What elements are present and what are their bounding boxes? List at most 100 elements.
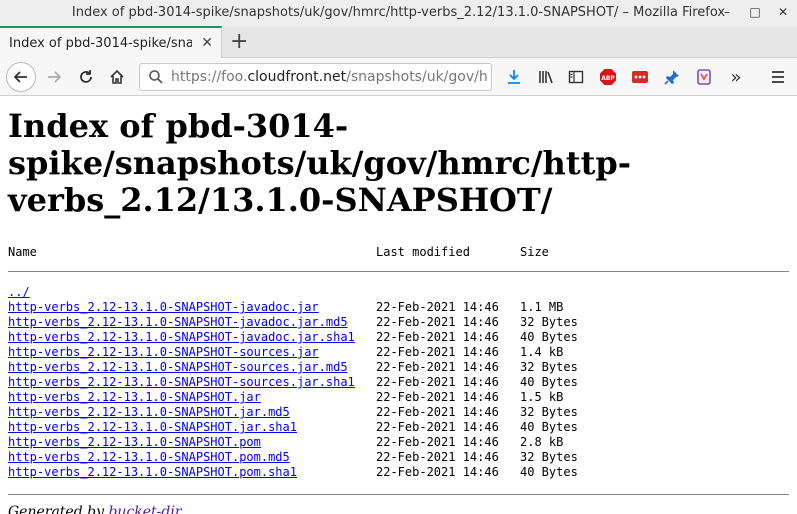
file-size: 40 Bytes	[520, 375, 578, 389]
tab-close-icon[interactable]: ✕	[201, 35, 213, 51]
file-link[interactable]: http-verbs_2.12-13.1.0-SNAPSHOT.jar.sha1	[8, 420, 297, 434]
tab-label: Index of pbd-3014-spike/snapsh	[9, 35, 192, 51]
extension-button[interactable]	[690, 63, 718, 91]
file-modified: 22-Feb-2021 14:46	[376, 330, 499, 344]
file-modified: 22-Feb-2021 14:46	[376, 300, 499, 314]
reload-button[interactable]	[72, 63, 100, 91]
table-row: http-verbs_2.12-13.1.0-SNAPSHOT.jar.sha1…	[8, 420, 789, 435]
file-link[interactable]: http-verbs_2.12-13.1.0-SNAPSHOT-sources.…	[8, 375, 355, 389]
back-arrow-icon	[13, 71, 27, 83]
table-row: http-verbs_2.12-13.1.0-SNAPSHOT.jar.md5 2…	[8, 405, 789, 420]
sidebar-button[interactable]	[562, 63, 590, 91]
footer: Generated by bucket-dir.	[8, 504, 789, 514]
page-content: Index of pbd-3014-spike/snapshots/uk/gov…	[8, 100, 789, 514]
parent-dir-row: ../	[8, 285, 789, 300]
divider	[8, 271, 789, 272]
file-modified: 22-Feb-2021 14:46	[376, 450, 499, 464]
file-link[interactable]: http-verbs_2.12-13.1.0-SNAPSHOT-javadoc.…	[8, 330, 355, 344]
file-size: 32 Bytes	[520, 450, 578, 464]
file-modified: 22-Feb-2021 14:46	[376, 360, 499, 374]
file-size: 40 Bytes	[520, 465, 578, 479]
divider	[8, 494, 789, 495]
lastpass-icon	[632, 71, 648, 83]
home-icon	[110, 69, 124, 84]
file-modified: 22-Feb-2021 14:46	[376, 435, 499, 449]
tab-strip: Index of pbd-3014-spike/snapsh ✕ +	[0, 26, 797, 58]
table-row: http-verbs_2.12-13.1.0-SNAPSHOT-javadoc.…	[8, 300, 789, 315]
download-icon	[508, 70, 520, 84]
file-link[interactable]: http-verbs_2.12-13.1.0-SNAPSHOT.pom	[8, 435, 261, 449]
svg-text:ABP: ABP	[601, 75, 615, 82]
forward-button[interactable]	[40, 63, 68, 91]
library-icon	[539, 71, 553, 84]
file-link[interactable]: http-verbs_2.12-13.1.0-SNAPSHOT.jar	[8, 390, 261, 404]
close-window-icon[interactable]: ✕	[775, 4, 791, 20]
menu-button[interactable]	[764, 63, 792, 91]
column-name-header: Name	[8, 245, 37, 259]
maximize-icon[interactable]: □	[747, 4, 763, 20]
column-modified-header: Last modified	[376, 245, 470, 259]
table-row: http-verbs_2.12-13.1.0-SNAPSHOT-javadoc.…	[8, 330, 789, 345]
table-row: http-verbs_2.12-13.1.0-SNAPSHOT-sources.…	[8, 375, 789, 390]
adblock-icon: ABP	[600, 69, 616, 85]
file-link[interactable]: http-verbs_2.12-13.1.0-SNAPSHOT-javadoc.…	[8, 315, 348, 329]
listing-rows: ../ http-verbs_2.12-13.1.0-SNAPSHOT-java…	[8, 285, 789, 480]
lastpass-button[interactable]	[626, 63, 654, 91]
table-row: http-verbs_2.12-13.1.0-SNAPSHOT.jar 22-Fe…	[8, 390, 789, 405]
new-tab-button[interactable]: +	[230, 29, 248, 54]
library-button[interactable]	[532, 63, 560, 91]
file-link[interactable]: http-verbs_2.12-13.1.0-SNAPSHOT.jar.md5	[8, 405, 290, 419]
adblock-button[interactable]: ABP	[594, 63, 622, 91]
pin-button[interactable]	[658, 63, 686, 91]
footer-prefix: Generated by	[8, 504, 109, 514]
file-modified: 22-Feb-2021 14:46	[376, 405, 499, 419]
table-row: http-verbs_2.12-13.1.0-SNAPSHOT-sources.…	[8, 360, 789, 375]
reload-icon	[80, 70, 92, 83]
window-titlebar: Index of pbd-3014-spike/snapshots/uk/gov…	[0, 0, 797, 26]
file-listing: Name Last modified Size ../ http-verbs_2…	[8, 245, 789, 495]
parent-dir-link[interactable]: ../	[8, 285, 30, 299]
minimize-icon[interactable]: –	[719, 4, 735, 20]
forward-arrow-icon	[48, 71, 62, 83]
file-size: 32 Bytes	[520, 315, 578, 329]
nav-toolbar: https://foo.cloudfront.net/snapshots/uk/…	[0, 58, 797, 96]
url-bar[interactable]: https://foo.cloudfront.net/snapshots/uk/…	[139, 63, 492, 91]
page-title: Index of pbd-3014-spike/snapshots/uk/gov…	[8, 107, 632, 219]
file-modified: 22-Feb-2021 14:46	[376, 315, 499, 329]
file-modified: 22-Feb-2021 14:46	[376, 465, 499, 479]
downloads-button[interactable]	[500, 63, 528, 91]
home-button[interactable]	[103, 63, 131, 91]
overflow-icon: »	[730, 66, 742, 88]
file-size: 32 Bytes	[520, 405, 578, 419]
table-row: http-verbs_2.12-13.1.0-SNAPSHOT-sources.…	[8, 345, 789, 360]
file-size: 1.4 kB	[520, 345, 564, 359]
bucket-dir-link[interactable]: bucket-dir	[108, 504, 180, 514]
file-link[interactable]: http-verbs_2.12-13.1.0-SNAPSHOT-sources.…	[8, 345, 319, 359]
column-size-header: Size	[520, 245, 549, 259]
file-size: 40 Bytes	[520, 330, 578, 344]
file-size: 2.8 kB	[520, 435, 564, 449]
footer-suffix: .	[180, 504, 185, 514]
file-modified: 22-Feb-2021 14:46	[376, 375, 499, 389]
url-text: https://foo.cloudfront.net/snapshots/uk/…	[171, 69, 489, 85]
file-link[interactable]: http-verbs_2.12-13.1.0-SNAPSHOT.pom.md5	[8, 450, 290, 464]
extension-icon	[697, 69, 711, 85]
overflow-button[interactable]: »	[722, 63, 750, 91]
listing-header: Name Last modified Size	[8, 245, 789, 260]
table-row: http-verbs_2.12-13.1.0-SNAPSHOT.pom.md5 2…	[8, 450, 789, 465]
tab-active[interactable]: Index of pbd-3014-spike/snapsh ✕	[0, 26, 222, 58]
back-button[interactable]	[6, 62, 36, 92]
file-modified: 22-Feb-2021 14:46	[376, 420, 499, 434]
table-row: http-verbs_2.12-13.1.0-SNAPSHOT.pom.sha1…	[8, 465, 789, 480]
file-link[interactable]: http-verbs_2.12-13.1.0-SNAPSHOT.pom.sha1	[8, 465, 297, 479]
table-row: http-verbs_2.12-13.1.0-SNAPSHOT-javadoc.…	[8, 315, 789, 330]
file-size: 1.5 kB	[520, 390, 564, 404]
pin-icon	[664, 70, 679, 85]
window-title: Index of pbd-3014-spike/snapshots/uk/gov…	[71, 5, 726, 20]
file-link[interactable]: http-verbs_2.12-13.1.0-SNAPSHOT-javadoc.…	[8, 300, 319, 314]
file-link[interactable]: http-verbs_2.12-13.1.0-SNAPSHOT-sources.…	[8, 360, 348, 374]
file-modified: 22-Feb-2021 14:46	[376, 345, 499, 359]
table-row: http-verbs_2.12-13.1.0-SNAPSHOT.pom 22-Fe…	[8, 435, 789, 450]
file-size: 40 Bytes	[520, 420, 578, 434]
file-size: 32 Bytes	[520, 360, 578, 374]
